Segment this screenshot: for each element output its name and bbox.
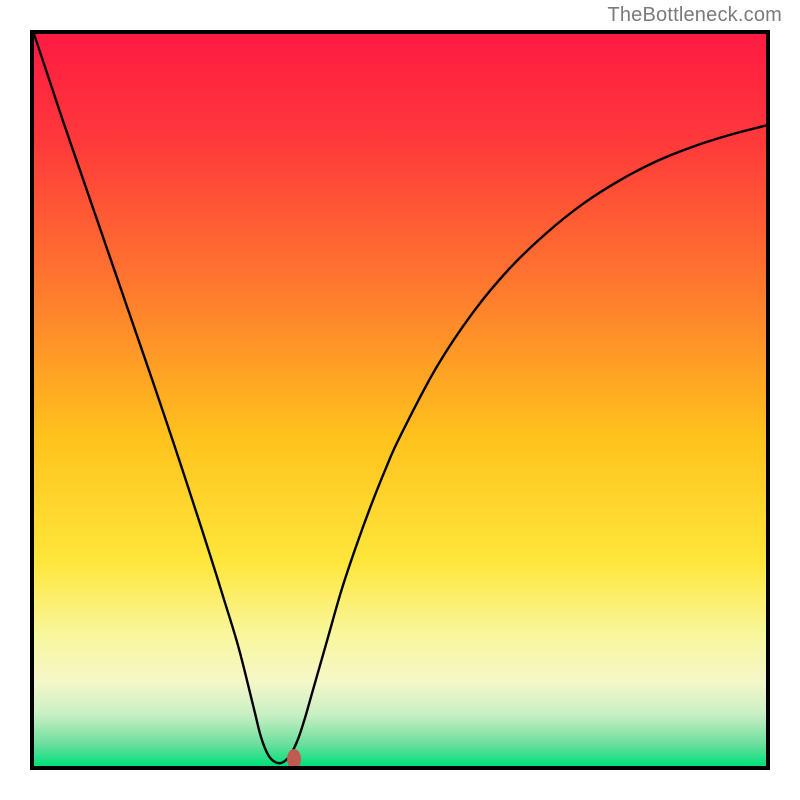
chart-container: TheBottleneck.com: [0, 0, 800, 800]
plot-area: [30, 30, 770, 770]
watermark-text: TheBottleneck.com: [607, 4, 782, 27]
bottleneck-curve: [34, 34, 766, 766]
optimal-point-marker: [287, 749, 301, 769]
